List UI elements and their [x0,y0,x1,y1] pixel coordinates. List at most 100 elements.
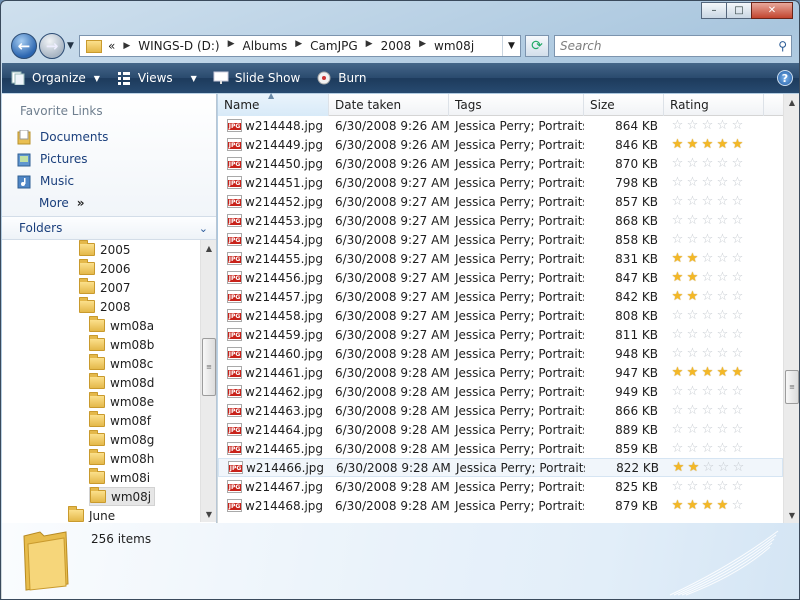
star-icon[interactable]: ☆ [730,252,745,265]
star-icon[interactable]: ☆ [670,233,685,246]
file-row[interactable]: JPG w214448.jpg 6/30/2008 9:26 AM Jessica P… [218,116,783,135]
separator-arrow-icon[interactable]: ▶ [419,39,426,53]
star-icon[interactable]: ☆ [730,119,745,132]
star-icon[interactable]: ☆ [715,252,730,265]
star-icon[interactable]: ☆ [715,385,730,398]
file-row[interactable]: JPG w214449.jpg 6/30/2008 9:26 AM Jessica P… [218,135,783,154]
file-list-scrollbar[interactable]: ▲ ≡ ▼ [783,94,799,523]
file-rating[interactable]: ☆ ☆ ☆ ☆ ☆ [664,423,764,436]
minimize-button[interactable]: – [701,2,727,19]
star-icon[interactable]: ☆ [670,480,685,493]
star-icon[interactable]: ☆ [700,252,715,265]
star-icon[interactable]: ☆ [715,328,730,341]
star-icon[interactable]: ☆ [730,442,745,455]
star-icon[interactable]: ☆ [670,195,685,208]
separator-arrow-icon[interactable]: ▶ [366,39,373,53]
star-icon[interactable]: ☆ [670,328,685,341]
star-icon[interactable]: ☆ [715,423,730,436]
favorites-more-link[interactable]: More » [2,192,216,214]
star-icon[interactable]: ★ [700,499,715,512]
star-icon[interactable]: ☆ [715,271,730,284]
file-rating[interactable]: ☆ ☆ ☆ ☆ ☆ [664,442,764,455]
column-tags[interactable]: Tags [449,94,584,116]
file-row[interactable]: JPG w214456.jpg 6/30/2008 9:27 AM Jessica P… [218,268,783,287]
tree-folder-item[interactable]: wm08i [89,468,150,487]
star-icon[interactable]: ★ [715,366,730,379]
star-icon[interactable]: ☆ [700,328,715,341]
file-row[interactable]: JPG w214453.jpg 6/30/2008 9:27 AM Jessica P… [218,211,783,230]
file-rating[interactable]: ☆ ☆ ☆ ☆ ☆ [664,328,764,341]
file-row[interactable]: JPG w214466.jpg 6/30/2008 9:28 AM Jessica P… [218,458,783,477]
star-icon[interactable]: ☆ [715,157,730,170]
file-row[interactable]: JPG w214462.jpg 6/30/2008 9:28 AM Jessica P… [218,382,783,401]
tree-folder-item[interactable]: wm08h [89,449,154,468]
star-icon[interactable]: ★ [715,499,730,512]
star-icon[interactable]: ☆ [685,404,700,417]
file-row[interactable]: JPG w214457.jpg 6/30/2008 9:27 AM Jessica P… [218,287,783,306]
star-icon[interactable]: ☆ [670,119,685,132]
folders-header[interactable]: Folders ⌄ [2,216,216,240]
star-icon[interactable]: ★ [685,499,700,512]
star-icon[interactable]: ☆ [715,214,730,227]
star-icon[interactable]: ★ [670,138,685,151]
scroll-thumb[interactable]: ≡ [785,370,799,404]
tree-folder-item[interactable]: wm08f [89,411,151,430]
search-input[interactable]: Search ⚲ [554,35,792,57]
tree-folder-item[interactable]: 2008 [79,297,131,316]
file-rating[interactable]: ☆ ☆ ☆ ☆ ☆ [664,157,764,170]
help-button[interactable]: ? [777,70,793,86]
scroll-up-icon[interactable]: ▲ [784,94,799,110]
back-button[interactable]: ← [11,33,37,59]
star-icon[interactable]: ☆ [715,347,730,360]
star-icon[interactable]: ★ [685,290,700,303]
file-row[interactable]: JPG w214450.jpg 6/30/2008 9:26 AM Jessica P… [218,154,783,173]
star-icon[interactable]: ☆ [700,271,715,284]
star-icon[interactable]: ☆ [685,385,700,398]
star-icon[interactable]: ☆ [700,480,715,493]
star-icon[interactable]: ☆ [685,119,700,132]
star-icon[interactable]: ☆ [730,480,745,493]
star-icon[interactable]: ☆ [716,461,731,474]
star-icon[interactable]: ☆ [670,157,685,170]
separator-arrow-icon[interactable]: ▶ [295,39,302,53]
organize-button[interactable]: Organize ▼ [2,65,108,91]
column-date-taken[interactable]: Date taken [329,94,449,116]
file-row[interactable]: JPG w214465.jpg 6/30/2008 9:28 AM Jessica P… [218,439,783,458]
star-icon[interactable]: ☆ [685,480,700,493]
star-icon[interactable]: ★ [700,366,715,379]
star-icon[interactable]: ☆ [715,442,730,455]
star-icon[interactable]: ☆ [685,195,700,208]
star-icon[interactable]: ☆ [730,176,745,189]
star-icon[interactable]: ☆ [670,404,685,417]
address-overflow[interactable]: « [108,39,115,53]
star-icon[interactable]: ☆ [730,499,745,512]
scroll-down-icon[interactable]: ▼ [784,507,799,523]
tree-folder-item[interactable]: 2005 [79,240,131,259]
breadcrumb-item[interactable]: wm08j [434,39,474,53]
star-icon[interactable]: ★ [685,252,700,265]
favorite-pictures[interactable]: Pictures [2,148,216,170]
star-icon[interactable]: ☆ [700,290,715,303]
star-icon[interactable]: ☆ [730,233,745,246]
star-icon[interactable]: ★ [730,366,745,379]
star-icon[interactable]: ☆ [685,347,700,360]
file-rating[interactable]: ☆ ☆ ☆ ☆ ☆ [664,309,764,322]
burn-button[interactable]: Burn [308,65,374,91]
star-icon[interactable]: ☆ [715,290,730,303]
tree-folder-item[interactable]: wm08j [89,487,156,506]
star-icon[interactable]: ☆ [715,233,730,246]
star-icon[interactable]: ☆ [670,442,685,455]
views-button[interactable]: Views ▼ [108,65,205,91]
star-icon[interactable]: ☆ [700,347,715,360]
file-row[interactable]: JPG w214458.jpg 6/30/2008 9:27 AM Jessica P… [218,306,783,325]
tree-folder-item[interactable]: wm08d [89,373,154,392]
favorite-documents[interactable]: Documents [2,126,216,148]
star-icon[interactable]: ☆ [700,157,715,170]
star-icon[interactable]: ☆ [730,385,745,398]
breadcrumb-item[interactable]: WINGS-D (D:) [138,39,219,53]
star-icon[interactable]: ☆ [700,195,715,208]
file-rating[interactable]: ☆ ☆ ☆ ☆ ☆ [664,480,764,493]
file-row[interactable]: JPG w214455.jpg 6/30/2008 9:27 AM Jessica P… [218,249,783,268]
tree-folder-item[interactable]: 2006 [79,259,131,278]
file-rating[interactable]: ☆ ☆ ☆ ☆ ☆ [664,385,764,398]
